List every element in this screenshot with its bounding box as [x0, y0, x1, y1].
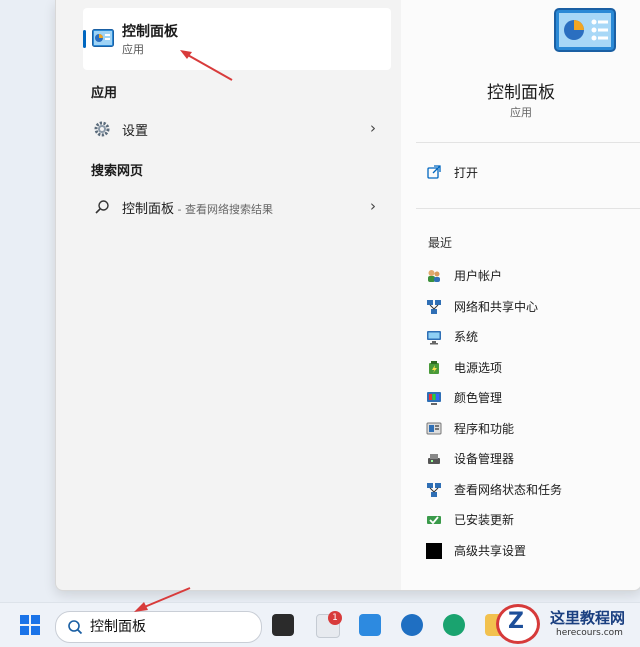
web-result-suffix: - 查看网络搜索结果: [174, 203, 273, 216]
search-icon: [94, 199, 110, 215]
annotation-arrow-icon: [134, 587, 191, 612]
recent-item-label: 电源选项: [454, 361, 503, 375]
best-match-item[interactable]: 控制面板 应用: [83, 8, 391, 70]
selection-indicator: [83, 30, 86, 48]
open-external-icon: [427, 165, 441, 179]
recent-item-device-manager[interactable]: 设备管理器: [426, 447, 626, 471]
results-list: 控制面板 应用 应用 设置 › 搜索网页 控制面板 - 查看网络搜索结果 ›: [56, 0, 401, 590]
apps-section-heading: 应用: [91, 86, 118, 101]
recent-item-label: 系统: [454, 330, 479, 344]
recent-item-power-options[interactable]: 电源选项: [426, 356, 626, 380]
search-results-panel: 控制面板 应用 应用 设置 › 搜索网页 控制面板 - 查看网络搜索结果 › 控…: [55, 0, 640, 591]
best-match-subtitle: 应用: [122, 43, 144, 56]
edge-icon[interactable]: [443, 614, 465, 636]
recent-item-user-accounts[interactable]: 用户帐户: [426, 264, 626, 288]
open-label: 打开: [454, 166, 479, 180]
programs-icon: [426, 422, 442, 435]
watermark-title: 这里教程网: [550, 609, 626, 627]
browser-icon[interactable]: [401, 614, 423, 636]
task-view-icon[interactable]: [272, 614, 294, 636]
recent-item-label: 设备管理器: [454, 452, 515, 466]
users-icon: [428, 270, 440, 282]
network-status-icon: [427, 483, 441, 497]
web-result-label: 控制面板 - 查看网络搜索结果: [122, 198, 273, 217]
detail-title: 控制面板: [487, 83, 555, 103]
recent-item-color-management[interactable]: 颜色管理: [426, 386, 626, 410]
divider: [416, 208, 640, 209]
recent-item-label: 已安装更新: [454, 513, 515, 527]
search-icon: [68, 620, 83, 635]
recent-item-label: 程序和功能: [454, 422, 515, 436]
detail-subtitle: 应用: [510, 106, 532, 119]
recent-heading: 最近: [428, 236, 453, 250]
app-result-settings[interactable]: 设置 ›: [86, 114, 382, 144]
notification-badge: 1: [328, 611, 342, 625]
control-panel-icon: [92, 29, 114, 47]
recent-item-network-status[interactable]: 查看网络状态和任务: [426, 478, 626, 502]
system-icon: [427, 331, 441, 345]
network-icon: [427, 300, 441, 314]
device-manager-icon: [428, 454, 440, 464]
recent-item-label: 高级共享设置: [454, 544, 527, 558]
web-result-query: 控制面板: [122, 202, 175, 217]
color-icon: [427, 392, 441, 405]
sharing-icon: [426, 543, 442, 559]
detail-pane: 控制面板 应用 打开 最近 用户帐户 网络和共享中心 系统 电源选项 颜色管理 …: [401, 0, 640, 590]
recent-item-advanced-sharing[interactable]: 高级共享设置: [426, 539, 626, 563]
watermark-url: herecours.com: [556, 628, 623, 638]
recent-item-network-center[interactable]: 网络和共享中心: [426, 295, 626, 319]
cloud-app-icon[interactable]: [359, 614, 381, 636]
recent-item-system[interactable]: 系统: [426, 325, 626, 349]
web-result-control-panel[interactable]: 控制面板 - 查看网络搜索结果 ›: [86, 192, 382, 222]
search-input[interactable]: [90, 617, 250, 635]
chevron-right-icon[interactable]: ›: [370, 197, 376, 215]
web-section-heading: 搜索网页: [91, 164, 144, 179]
recent-item-label: 颜色管理: [454, 391, 503, 405]
recent-item-installed-updates[interactable]: 已安装更新: [426, 508, 626, 532]
taskbar: 1: [0, 602, 640, 647]
open-action[interactable]: 打开: [426, 160, 616, 186]
app-result-label: 设置: [122, 124, 149, 139]
recent-item-label: 查看网络状态和任务: [454, 483, 563, 497]
recent-item-label: 用户帐户: [454, 269, 503, 283]
updates-icon: [427, 516, 441, 525]
recent-item-label: 网络和共享中心: [454, 300, 539, 314]
power-icon: [429, 361, 439, 374]
divider: [416, 142, 640, 143]
gear-icon: [94, 121, 110, 137]
control-panel-large-icon: [554, 8, 616, 52]
best-match-title: 控制面板: [122, 24, 178, 40]
chevron-right-icon[interactable]: ›: [370, 119, 376, 137]
windows-start-icon[interactable]: [20, 615, 40, 635]
annotation-arrow-icon: [180, 50, 233, 81]
recent-item-programs-features[interactable]: 程序和功能: [426, 417, 626, 441]
watermark-logo: Z: [496, 604, 540, 644]
